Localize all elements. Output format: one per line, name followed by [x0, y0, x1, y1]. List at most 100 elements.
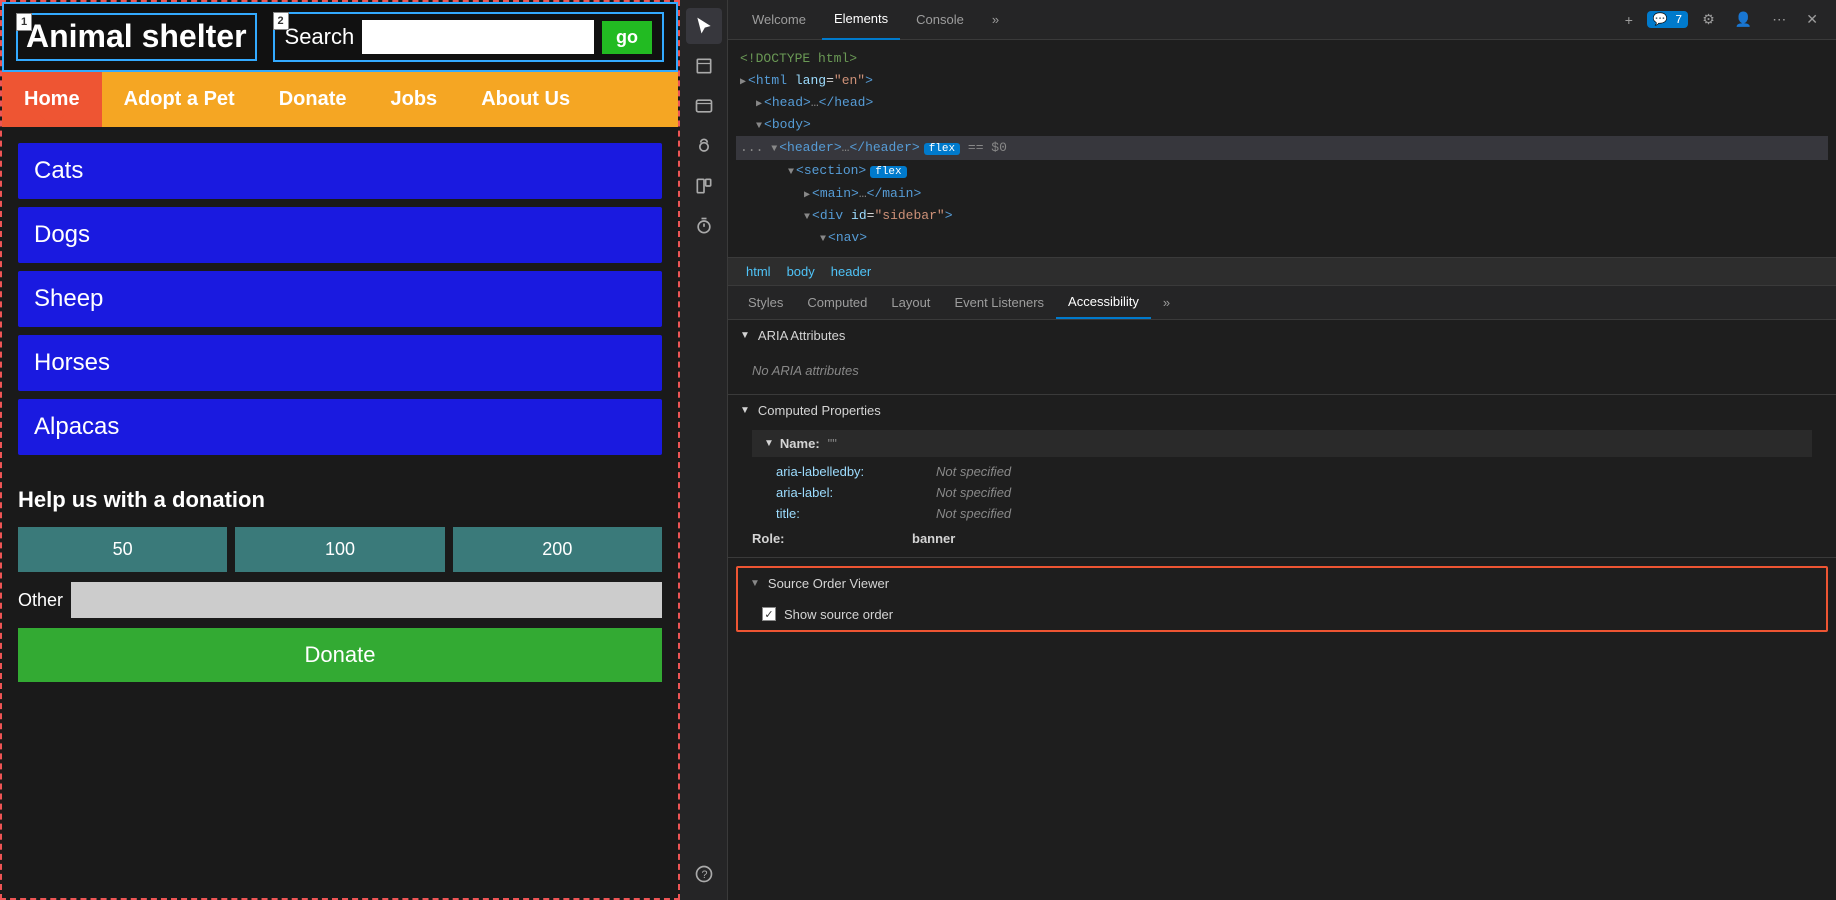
computed-section-content: ▼ Name: "" aria-labelledby: Not specifie…	[728, 426, 1836, 557]
comment-badge: 💬 7	[1647, 11, 1688, 28]
svg-text:?: ?	[701, 869, 707, 881]
paint-icon[interactable]	[686, 168, 722, 204]
role-key: Role:	[752, 531, 912, 546]
list-item[interactable]: Dogs	[18, 207, 662, 263]
title-val: Not specified	[936, 506, 1011, 521]
computed-triangle: ▼	[740, 405, 750, 416]
aria-triangle: ▼	[740, 330, 750, 341]
go-button[interactable]: go	[602, 21, 652, 54]
dom-main[interactable]: ▶<main>…</main>	[740, 183, 1824, 205]
order-badge-1: 1	[16, 13, 32, 31]
site-header: 1 Animal shelter 2 Search go	[2, 2, 678, 72]
list-item[interactable]: Sheep	[18, 271, 662, 327]
amount-200-button[interactable]: 200	[453, 527, 662, 572]
other-row: Other	[18, 582, 662, 618]
timer-icon[interactable]	[686, 208, 722, 244]
more-options-button[interactable]: ⋯	[1766, 7, 1792, 32]
other-amount-input[interactable]	[71, 582, 662, 618]
left-panel: 1 Animal shelter 2 Search go Home Adopt …	[0, 0, 680, 900]
accessibility-panel: ▼ ARIA Attributes No ARIA attributes ▼ C…	[728, 320, 1836, 900]
other-label: Other	[18, 590, 63, 611]
no-aria-text: No ARIA attributes	[752, 355, 1812, 386]
donation-amounts: 50 100 200	[18, 527, 662, 572]
animal-list: Cats Dogs Sheep Horses Alpacas	[2, 127, 678, 471]
tab-styles[interactable]: Styles	[736, 287, 795, 318]
search-area: 2 Search go	[273, 12, 664, 62]
list-item[interactable]: Alpacas	[18, 399, 662, 455]
search-input[interactable]	[362, 20, 594, 54]
donate-button[interactable]: Donate	[18, 628, 662, 682]
tab-more[interactable]: »	[980, 0, 1011, 40]
amount-50-button[interactable]: 50	[18, 527, 227, 572]
aria-labelledby-val: Not specified	[936, 464, 1011, 479]
tab-welcome[interactable]: Welcome	[740, 0, 818, 40]
dom-html[interactable]: ▶<html lang="en">	[740, 70, 1824, 92]
inspect-icon[interactable]	[686, 48, 722, 84]
nav-item-jobs[interactable]: Jobs	[369, 72, 460, 127]
source-order-section: ▼ Source Order Viewer ✓ Show source orde…	[736, 566, 1828, 632]
aria-attributes-section: ▼ ARIA Attributes No ARIA attributes	[728, 320, 1836, 395]
breadcrumb-html[interactable]: html	[740, 262, 777, 281]
nav-item-aboutus[interactable]: About Us	[459, 72, 592, 127]
dom-tree: <!DOCTYPE html> ▶<html lang="en"> ▶<head…	[728, 40, 1836, 258]
breadcrumb-bar: html body header	[728, 258, 1836, 286]
source-order-title: Source Order Viewer	[768, 576, 889, 591]
dom-div-sidebar[interactable]: ▼<div id="sidebar">	[740, 205, 1824, 227]
tab-event-listeners[interactable]: Event Listeners	[942, 287, 1056, 318]
nav-item-donate[interactable]: Donate	[257, 72, 369, 127]
amount-100-button[interactable]: 100	[235, 527, 444, 572]
devtools-topbar: Welcome Elements Console » + 💬 7 ⚙ 👤 ⋯ ✕	[728, 0, 1836, 40]
tab-computed[interactable]: Computed	[795, 287, 879, 318]
cursor-icon[interactable]	[686, 8, 722, 44]
screenshot-icon[interactable]	[686, 88, 722, 124]
devtools-sidebar: ?	[680, 0, 728, 900]
panel-tabs: Styles Computed Layout Event Listeners A…	[728, 286, 1836, 320]
dom-section[interactable]: ▼<section>flex	[740, 160, 1824, 182]
bug-icon[interactable]	[686, 128, 722, 164]
computed-section-title: Computed Properties	[758, 403, 881, 418]
list-item[interactable]: Cats	[18, 143, 662, 199]
tab-layout[interactable]: Layout	[879, 287, 942, 318]
aria-section-content: No ARIA attributes	[728, 351, 1836, 394]
aria-section-header[interactable]: ▼ ARIA Attributes	[728, 320, 1836, 351]
show-source-order-label: Show source order	[784, 607, 893, 622]
logo-box: 1 Animal shelter	[16, 13, 257, 60]
aria-labelledby-row: aria-labelledby: Not specified	[752, 461, 1812, 482]
dom-body[interactable]: ▼<body>	[740, 114, 1824, 136]
list-item[interactable]: Horses	[18, 335, 662, 391]
show-source-order-checkbox[interactable]: ✓	[762, 607, 776, 621]
title-row: title: Not specified	[752, 503, 1812, 524]
source-order-content: ✓ Show source order	[738, 599, 1826, 630]
breadcrumb-body[interactable]: body	[781, 262, 821, 281]
settings-button[interactable]: ⚙	[1696, 7, 1721, 32]
tab-console[interactable]: Console	[904, 0, 976, 40]
dom-nav[interactable]: ▼<nav>	[740, 227, 1824, 249]
source-order-header[interactable]: ▼ Source Order Viewer	[738, 568, 1826, 599]
aria-section-title: ARIA Attributes	[758, 328, 845, 343]
dom-doctype: <!DOCTYPE html>	[740, 48, 1824, 70]
aria-label-row: aria-label: Not specified	[752, 482, 1812, 503]
role-row: Role: banner	[752, 528, 1812, 549]
tab-accessibility[interactable]: Accessibility	[1056, 286, 1151, 319]
computed-name-row: ▼ Name: ""	[752, 430, 1812, 457]
computed-properties-section: ▼ Computed Properties ▼ Name: "" aria-la…	[728, 395, 1836, 558]
right-panel: Welcome Elements Console » + 💬 7 ⚙ 👤 ⋯ ✕…	[728, 0, 1836, 900]
add-tab-button[interactable]: +	[1619, 8, 1639, 32]
dom-head[interactable]: ▶<head>…</head>	[740, 92, 1824, 114]
dom-header[interactable]: ... ▼<header>…</header>flex == $0	[736, 136, 1828, 160]
site-nav: Home Adopt a Pet Donate Jobs About Us	[2, 72, 678, 127]
profile-button[interactable]: 👤	[1729, 7, 1758, 32]
aria-labelledby-key: aria-labelledby:	[776, 464, 936, 479]
nav-item-home[interactable]: Home	[2, 72, 102, 127]
topbar-right: + 💬 7 ⚙ 👤 ⋯ ✕	[1619, 7, 1824, 32]
tab-elements[interactable]: Elements	[822, 0, 900, 40]
nav-item-adopt[interactable]: Adopt a Pet	[102, 72, 257, 127]
close-button[interactable]: ✕	[1800, 7, 1824, 32]
search-label: Search	[285, 24, 355, 50]
aria-label-val: Not specified	[936, 485, 1011, 500]
help-icon[interactable]: ?	[686, 856, 722, 892]
order-badge-2: 2	[273, 12, 289, 30]
computed-section-header[interactable]: ▼ Computed Properties	[728, 395, 1836, 426]
tab-panel-more[interactable]: »	[1151, 287, 1182, 318]
breadcrumb-header[interactable]: header	[825, 262, 877, 281]
